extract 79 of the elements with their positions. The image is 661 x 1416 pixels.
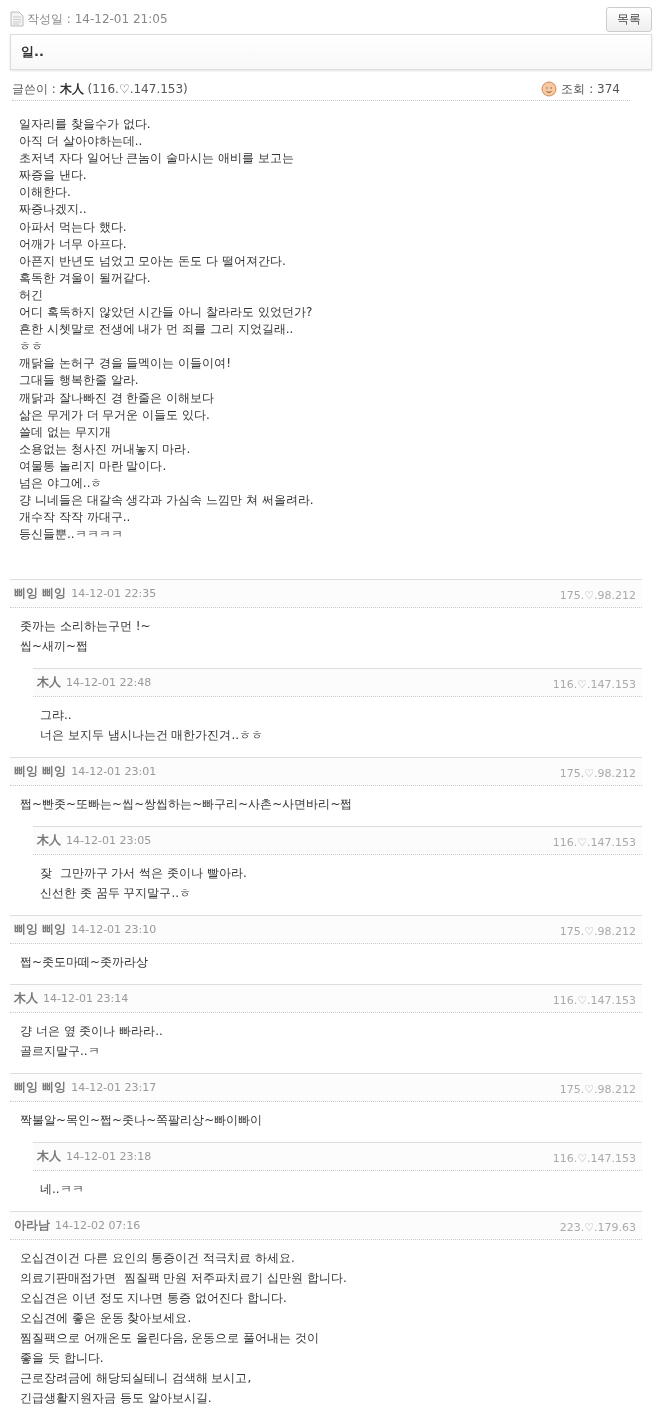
commenter-ip: 175.♡.98.212 <box>559 766 636 781</box>
comment-text: 오십견이건 다른 요인의 통증이건 적극치료 하세요. <box>20 1250 296 1268</box>
commenter-ip: 175.♡.98.212 <box>559 588 636 603</box>
post-text: 개수작 작작 까대구.. <box>19 509 132 527</box>
commenter-name: 아라남 <box>14 1217 50 1235</box>
post-text: 혹독한 겨울이 될꺼같다. <box>19 269 152 287</box>
post-text: 깨닭을 논허구 경을 들멕이는 이들이여! <box>19 355 233 373</box>
post-text: 흔한 시쳇말로 전생에 내가 먼 죄를 그리 지었길래.. <box>19 321 295 339</box>
commenter-name: 木人 <box>37 1148 61 1166</box>
commenter-ip: 223.♡.179.63 <box>559 1220 636 1235</box>
comment-date: 14-12-02 07:16 <box>55 1219 141 1233</box>
post-text: 깨닭과 잘나빠진 경 한줄은 이해보다 <box>19 389 216 407</box>
commenter-ip: 116.♡.147.153 <box>552 677 636 692</box>
comment-text: 쩝~빤좃~또빠는~씹~쌍씹하는~빠구리~사촌~사면바리~쩝 <box>20 796 354 814</box>
comment-text: 근로장려금에 해당되실테니 검색해 보시고, <box>20 1370 253 1388</box>
comment-text: 걍 너은 옆 좃이나 빠라라.. <box>20 1023 164 1041</box>
comment-text: 짝불알~목인~쩝~좃나~쪽팔리상~빠이빠이 <box>20 1112 264 1130</box>
comment-date: 14-12-01 23:05 <box>66 834 152 848</box>
post-text: 어깨가 너무 아프다. <box>19 235 128 253</box>
comment-text: 오십견은 이년 정도 지나면 통증 없어진다 합니다. <box>20 1290 288 1308</box>
list-button[interactable]: 목록 <box>606 6 652 32</box>
comment-date: 14-12-01 23:01 <box>71 765 157 779</box>
comment-text: 좋을 듯 합니다. <box>20 1350 105 1368</box>
commenter-name: 삐잉 삐잉 <box>14 1079 67 1097</box>
comment-text: 신선한 좃 꿈두 꾸지말구..ㅎ <box>40 885 193 903</box>
commenter-name: 삐잉 삐잉 <box>14 763 67 781</box>
commenter-name: 木人 <box>37 674 61 692</box>
comment-text: 씹~새끼~쩝 <box>20 638 90 656</box>
post-text: 쓸데 없는 무지개 <box>19 423 112 441</box>
comment-date: 14-12-01 23:14 <box>43 992 129 1006</box>
post-text: 초저녁 자다 일어난 큰놈이 술마시는 애비를 보고는 <box>19 150 295 168</box>
commenter-ip: 116.♡.147.153 <box>552 993 636 1008</box>
commenter-ip: 116.♡.147.153 <box>552 835 636 850</box>
post-text: 아직 더 살아야하는데.. <box>19 133 144 151</box>
commenter-ip: 175.♡.98.212 <box>559 1082 636 1097</box>
comment-text: 잦 그만까구 가서 썩은 좃이나 빨아라. <box>40 865 248 883</box>
post-date: 작성일 : 14-12-01 21:05 <box>27 10 168 28</box>
post-text: 소용없는 청사진 꺼내놓지 마라. <box>19 440 192 458</box>
comment-date: 14-12-01 22:48 <box>66 676 152 690</box>
comment-text: 골르지말구..ㅋ <box>20 1043 101 1061</box>
post-title: 일.. <box>21 43 44 61</box>
comment-date: 14-12-01 23:10 <box>71 923 157 937</box>
post-text: 여물통 놀리지 마란 말이다. <box>19 457 168 475</box>
author-info: 글쓴이 : 木人 (116.♡.147.153) <box>12 80 188 98</box>
comment-text: 좃까는 소리하는구먼 !~ <box>20 618 152 636</box>
post-text: 등신들뿐..ㅋㅋㅋㅋ <box>19 526 124 544</box>
post-text: 허긴 <box>19 286 44 304</box>
post-text: 이해한다. <box>19 184 72 202</box>
comment-date: 14-12-01 23:17 <box>71 1081 157 1095</box>
post-text: 짜증을 낸다. <box>19 167 88 185</box>
comment-text: 네..ㅋㅋ <box>40 1181 85 1199</box>
comment-date: 14-12-01 23:18 <box>66 1150 152 1164</box>
commenter-name: 木人 <box>37 832 61 850</box>
smiley-face-icon <box>541 81 558 97</box>
comment-text: 쩝~좃도마떼~좃까라상 <box>20 954 150 972</box>
comment-text: 오십견에 좋은 운동 찾아보세요. <box>20 1310 193 1328</box>
commenter-ip: 116.♡.147.153 <box>552 1151 636 1166</box>
post-text: 짜증나겠지.. <box>19 201 88 219</box>
comment-text: 찜질팩으로 어깨온도 올린다음, 운동으로 풀어내는 것이 <box>20 1330 320 1348</box>
document-icon <box>10 11 24 27</box>
comment-text: 의료기판매점가면 찜질팩 만원 저주파치료기 십만원 합니다. <box>20 1270 348 1288</box>
comment-text: 그랴.. <box>40 707 73 725</box>
post-text: ㅎㅎ <box>19 338 44 356</box>
post-text: 삶은 무게가 더 무거운 이들도 있다. <box>19 406 211 424</box>
view-count: 조회 : 374 <box>561 80 620 98</box>
commenter-ip: 175.♡.98.212 <box>559 924 636 939</box>
comment-date: 14-12-01 22:35 <box>71 587 157 601</box>
post-text: 그대들 행복한줄 알라. <box>19 372 140 390</box>
comment-text: 너은 보지두 냄시나는건 매한가진겨..ㅎㅎ <box>40 727 265 745</box>
post-text: 일자리를 찾을수가 없다. <box>19 116 152 133</box>
post-text: 어디 혹독하지 않았던 시간들 아니 찰라라도 있었던가? <box>19 304 314 322</box>
post-text: 걍 니네들은 대갈속 생각과 가심속 느낌만 쳐 써올려라. <box>19 492 315 510</box>
commenter-name: 삐잉 삐잉 <box>14 921 67 939</box>
commenter-name: 삐잉 삐잉 <box>14 585 67 603</box>
commenter-name: 木人 <box>14 990 38 1008</box>
post-text: 아픈지 반년도 넘었고 모아논 돈도 다 떨어져간다. <box>19 252 287 270</box>
comment-text: 긴급생활지원자금 등도 알아보시길. <box>20 1390 213 1408</box>
post-text: 넘은 야그에..ㅎ <box>19 474 104 492</box>
post-text: 아파서 먹는다 했다. <box>19 218 128 236</box>
